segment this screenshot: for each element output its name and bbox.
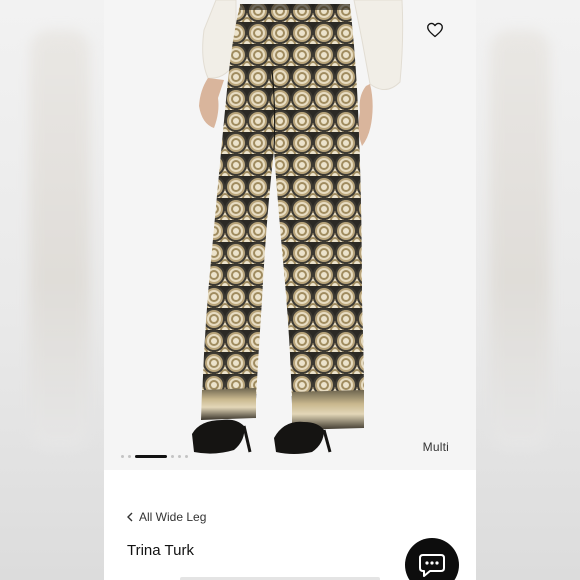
chevron-left-icon bbox=[127, 512, 133, 522]
background-blur-left bbox=[0, 0, 104, 580]
product-photo bbox=[104, 0, 476, 470]
back-link[interactable]: All Wide Leg bbox=[126, 510, 206, 524]
gallery-dot[interactable] bbox=[178, 454, 181, 458]
brand-name: Trina Turk bbox=[127, 542, 194, 559]
back-link-label: All Wide Leg bbox=[139, 510, 207, 524]
gallery-dot[interactable] bbox=[121, 454, 124, 458]
color-label: Multi bbox=[422, 440, 449, 454]
heart-icon bbox=[427, 22, 443, 38]
background-blur-right bbox=[476, 0, 580, 580]
description-peek bbox=[180, 576, 400, 580]
gallery-dot[interactable] bbox=[128, 454, 131, 458]
favorite-button[interactable] bbox=[426, 22, 448, 44]
chat-bubble-icon bbox=[419, 554, 445, 577]
product-image-gallery[interactable]: Multi bbox=[104, 0, 476, 470]
gallery-pagination[interactable] bbox=[121, 454, 188, 458]
gallery-dot[interactable] bbox=[185, 454, 188, 458]
product-info: All Wide Leg Trina Turk bbox=[104, 470, 476, 580]
gallery-dot[interactable] bbox=[171, 454, 174, 458]
gallery-dot-active[interactable] bbox=[135, 454, 167, 458]
chat-button[interactable] bbox=[405, 538, 459, 580]
product-page: Multi All Wide Leg Trina Turk bbox=[104, 0, 476, 580]
